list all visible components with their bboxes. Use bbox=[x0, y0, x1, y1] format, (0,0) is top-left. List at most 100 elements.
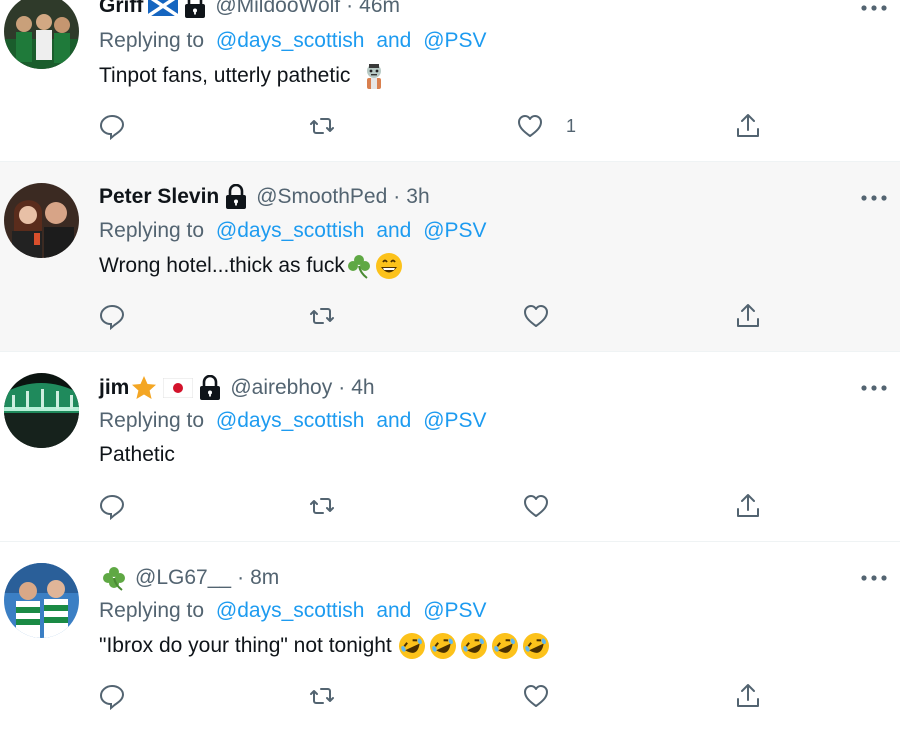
replying-to-line: Replying to @days_scottish and @PSV bbox=[99, 218, 487, 244]
share-button[interactable] bbox=[734, 682, 762, 710]
like-button[interactable] bbox=[522, 682, 550, 710]
user-handle[interactable]: @MildooWolf bbox=[215, 0, 340, 19]
lock-icon bbox=[224, 184, 248, 210]
share-button[interactable] bbox=[734, 302, 762, 330]
replying-to-line: Replying to @days_scottish and @PSV bbox=[99, 408, 487, 434]
tweet-text: "Ibrox do your thing" not tonight bbox=[99, 632, 550, 660]
mention-link[interactable]: @PSV bbox=[423, 599, 486, 622]
reply-icon bbox=[99, 494, 125, 520]
reply-button[interactable] bbox=[98, 302, 126, 330]
share-button[interactable] bbox=[734, 112, 762, 140]
retweet-icon bbox=[310, 308, 334, 324]
retweet-button[interactable] bbox=[308, 112, 336, 140]
tweet-header: Griff @MildooWolf · 46m bbox=[99, 0, 400, 19]
display-name[interactable]: jim bbox=[99, 375, 129, 401]
replying-to-label: Replying to bbox=[99, 29, 205, 52]
tweet-text: Wrong hotel...thick as fuck bbox=[99, 252, 403, 280]
heart-icon bbox=[524, 685, 548, 707]
like-count: 1 bbox=[566, 115, 577, 136]
reply-button[interactable] bbox=[98, 492, 126, 520]
timestamp[interactable]: 4h bbox=[351, 375, 374, 401]
share-icon bbox=[737, 114, 759, 137]
shamrock-emoji-icon bbox=[99, 564, 129, 592]
like-button[interactable]: 1 bbox=[516, 112, 576, 140]
scotland-flag-icon bbox=[148, 0, 179, 16]
lock-icon bbox=[198, 375, 222, 401]
separator-dot: · bbox=[338, 376, 346, 399]
retweet-icon bbox=[310, 118, 334, 134]
tweet-item[interactable]: @LG67__ · 8m Replying to @days_scottish … bbox=[0, 542, 900, 732]
retweet-button[interactable] bbox=[308, 682, 336, 710]
rofl-emoji-icon bbox=[398, 632, 426, 660]
retweet-button[interactable] bbox=[308, 492, 336, 520]
mention-link[interactable]: @days_scottish bbox=[216, 409, 365, 432]
mention-link[interactable]: @days_scottish bbox=[216, 599, 365, 622]
tweet-header: @LG67__ · 8m bbox=[99, 564, 279, 592]
tweet-text-content: Wrong hotel...thick as fuck bbox=[99, 254, 345, 277]
star-emoji-icon bbox=[130, 374, 158, 402]
replying-and: and bbox=[376, 409, 412, 432]
like-button[interactable] bbox=[522, 492, 550, 520]
more-options-button[interactable] bbox=[858, 571, 890, 585]
user-handle[interactable]: @LG67__ bbox=[135, 565, 231, 591]
replying-and: and bbox=[376, 219, 412, 242]
retweet-icon bbox=[310, 498, 334, 514]
user-handle[interactable]: @SmoothPed bbox=[256, 184, 387, 210]
japan-flag-icon bbox=[163, 378, 194, 398]
like-button[interactable] bbox=[522, 302, 550, 330]
avatar[interactable] bbox=[4, 0, 79, 69]
reply-button[interactable] bbox=[98, 112, 126, 140]
share-button[interactable] bbox=[734, 492, 762, 520]
share-icon bbox=[737, 684, 759, 707]
reply-icon bbox=[99, 684, 125, 710]
tweet-text: Pathetic bbox=[99, 442, 175, 468]
avatar[interactable] bbox=[4, 183, 79, 258]
timestamp[interactable]: 8m bbox=[250, 565, 279, 591]
zombie-emoji-icon bbox=[360, 62, 388, 90]
tweet-item[interactable]: Griff @MildooWolf · 46m Replying to @day… bbox=[0, 0, 900, 160]
more-options-button[interactable] bbox=[858, 191, 890, 205]
more-options-button[interactable] bbox=[858, 1, 890, 15]
tweet-item[interactable]: jim @airebhoy · 4h Replying to @days_sco… bbox=[0, 352, 900, 542]
mention-link[interactable]: @PSV bbox=[423, 219, 486, 242]
share-icon bbox=[737, 494, 759, 517]
separator-dot: · bbox=[393, 185, 401, 208]
replying-to-line: Replying to @days_scottish and @PSV bbox=[99, 28, 487, 54]
more-icon bbox=[861, 195, 887, 201]
reply-icon bbox=[99, 114, 125, 140]
more-options-button[interactable] bbox=[858, 381, 890, 395]
replying-to-label: Replying to bbox=[99, 409, 205, 432]
mention-link[interactable]: @PSV bbox=[423, 29, 486, 52]
tweet-item[interactable]: Peter Slevin @SmoothPed · 3h Replying to… bbox=[0, 162, 900, 352]
display-name[interactable]: Griff bbox=[99, 0, 143, 19]
shamrock-emoji-icon bbox=[345, 252, 373, 280]
reply-icon bbox=[99, 304, 125, 330]
tweet-header: Peter Slevin @SmoothPed · 3h bbox=[99, 184, 430, 210]
tweet-text-content: "Ibrox do your thing" not tonight bbox=[99, 634, 392, 657]
mention-link[interactable]: @days_scottish bbox=[216, 219, 365, 242]
avatar[interactable] bbox=[4, 563, 79, 638]
replying-to-line: Replying to @days_scottish and @PSV bbox=[99, 598, 487, 624]
display-name[interactable]: Peter Slevin bbox=[99, 184, 219, 210]
replying-to-label: Replying to bbox=[99, 219, 205, 242]
rofl-emoji-icon bbox=[522, 632, 550, 660]
rofl-emoji-icon bbox=[429, 632, 457, 660]
more-icon bbox=[861, 385, 887, 391]
more-icon bbox=[861, 575, 887, 581]
replying-and: and bbox=[376, 29, 412, 52]
mention-link[interactable]: @PSV bbox=[423, 409, 486, 432]
heart-icon bbox=[524, 305, 548, 327]
heart-icon bbox=[524, 495, 548, 517]
rofl-emoji-icon bbox=[460, 632, 488, 660]
reply-button[interactable] bbox=[98, 682, 126, 710]
timestamp[interactable]: 46m bbox=[359, 0, 400, 19]
avatar[interactable] bbox=[4, 373, 79, 448]
lock-icon bbox=[183, 0, 207, 19]
mention-link[interactable]: @days_scottish bbox=[216, 29, 365, 52]
separator-dot: · bbox=[346, 0, 354, 17]
tweet-header: jim @airebhoy · 4h bbox=[99, 374, 375, 402]
tweet-text-content: Pathetic bbox=[99, 443, 175, 466]
retweet-button[interactable] bbox=[308, 302, 336, 330]
user-handle[interactable]: @airebhoy bbox=[230, 375, 332, 401]
timestamp[interactable]: 3h bbox=[406, 184, 429, 210]
